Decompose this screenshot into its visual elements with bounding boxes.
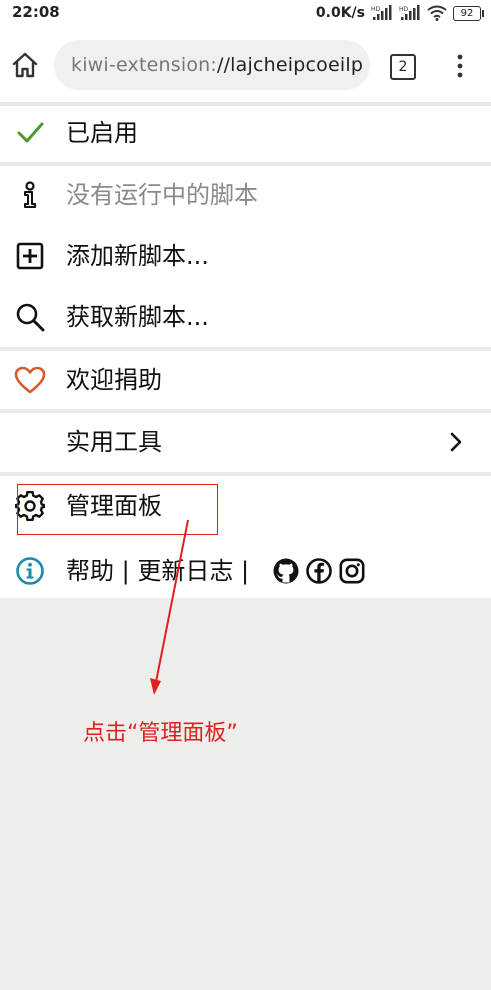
overflow-menu-icon[interactable] <box>450 52 470 80</box>
donate-button[interactable]: 欢迎捐助 <box>0 353 491 407</box>
url-scheme: kiwi-extension: <box>71 54 217 76</box>
url-path: //lajcheipcoeilp <box>216 54 364 76</box>
enabled-label: 已启用 <box>66 119 138 147</box>
wifi-icon <box>427 5 447 21</box>
enabled-toggle[interactable]: 已启用 <box>0 106 491 160</box>
plus-square-icon <box>14 242 46 270</box>
annotation-arrow <box>150 520 189 695</box>
help-row: 帮助 | 更新日志 | <box>0 546 491 598</box>
status-time: 22:08 <box>12 3 60 21</box>
address-bar[interactable]: kiwi-extension://lajcheipcoeilp <box>54 40 370 90</box>
divider <box>0 472 491 476</box>
no-scripts-label: 没有运行中的脚本 <box>66 181 258 209</box>
facebook-icon[interactable] <box>306 558 332 584</box>
divider <box>0 409 491 413</box>
svg-text:HD: HD <box>399 6 409 13</box>
divider <box>0 347 491 351</box>
browser-toolbar: kiwi-extension://lajcheipcoeilp 2 <box>0 26 491 102</box>
status-bar: 22:08 0.0K/s HD HD 92 <box>0 0 491 26</box>
divider <box>0 162 491 166</box>
check-icon <box>14 119 46 147</box>
utilities-label: 实用工具 <box>66 428 162 456</box>
svg-text:HD: HD <box>371 6 381 13</box>
add-script-button[interactable]: 添加新脚本... <box>0 229 491 283</box>
help-link[interactable]: 帮助 <box>66 557 114 585</box>
utilities-submenu[interactable]: 实用工具 <box>0 415 491 469</box>
network-speed: 0.0K/s <box>315 5 365 21</box>
donate-label: 欢迎捐助 <box>66 366 162 394</box>
url-text: kiwi-extension://lajcheipcoeilp <box>71 54 363 76</box>
heart-icon <box>14 366 46 394</box>
add-script-label: 添加新脚本... <box>66 242 209 270</box>
link-divider: | <box>114 557 138 585</box>
search-icon <box>14 303 46 332</box>
chevron-right-icon <box>450 432 462 452</box>
info-i-icon <box>14 181 46 209</box>
hd-signal-icon: HD <box>371 5 392 20</box>
tab-switcher-button[interactable]: 2 <box>390 54 416 80</box>
home-icon[interactable] <box>10 50 40 80</box>
instagram-icon[interactable] <box>339 558 365 584</box>
get-scripts-label: 获取新脚本... <box>66 303 209 331</box>
get-scripts-button[interactable]: 获取新脚本... <box>0 290 491 344</box>
no-scripts-item: 没有运行中的脚本 <box>0 168 491 222</box>
battery-icon: 92 <box>453 5 484 21</box>
info-circle-icon[interactable] <box>14 556 46 586</box>
github-icon[interactable] <box>273 558 299 584</box>
hd-signal-icon-2: HD <box>399 5 420 20</box>
link-divider: | <box>233 557 250 585</box>
annotation-text: 点击“管理面板” <box>83 721 238 746</box>
status-icons: 0.0K/s HD HD 92 <box>315 3 484 23</box>
